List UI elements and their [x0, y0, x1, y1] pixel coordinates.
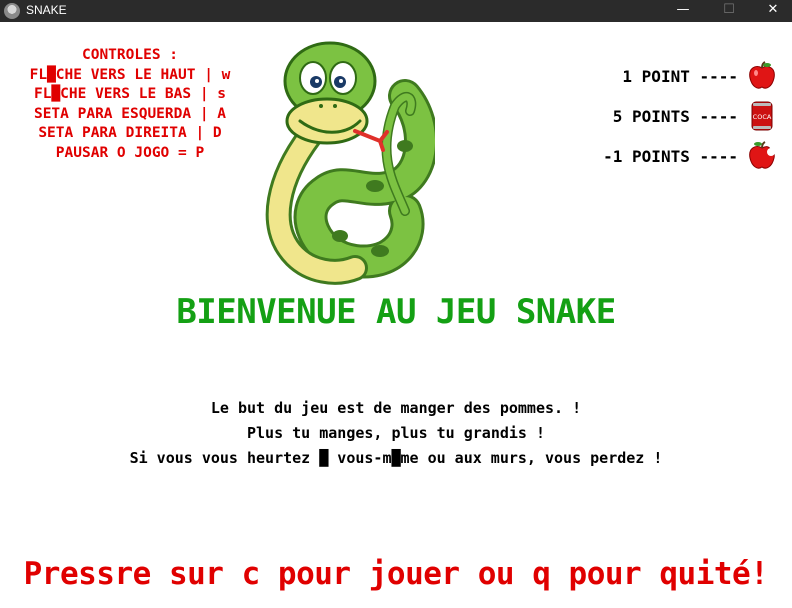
points-label: 5 POINTS ---- — [612, 107, 738, 126]
controls-line-pause: PAUSAR O JOGO = P — [55, 144, 205, 161]
snake-illustration — [265, 41, 435, 285]
controls-line-down: FL█CHE VERS LE BAS | s — [33, 86, 227, 102]
controls-line-left: SETA PARA ESQUERDA | A — [33, 105, 227, 122]
welcome-heading: BIENVENUE AU JEU SNAKE — [176, 292, 616, 332]
start-prompt: Pressre sur c pour jouer ou q pour quité… — [23, 556, 769, 592]
maximize-button[interactable]: ☐ — [706, 0, 752, 22]
minimize-button[interactable]: — — [660, 0, 706, 22]
bitten-apple-icon — [749, 141, 775, 169]
app-icon — [4, 3, 20, 19]
description-line: Plus tu manges, plus tu grandis ! — [246, 424, 545, 442]
controls-line-right: SETA PARA DIREITA | D — [38, 125, 222, 141]
description-line: Le but du jeu est de manger des pommes. … — [210, 399, 582, 417]
coca-can-icon: COCA — [751, 101, 773, 131]
controls-panel: CONTROLES : FL█CHE VERS LE HAUT | w FL█C… — [0, 46, 260, 163]
description-line: Si vous vous heurtez █ vous-m█me ou aux … — [129, 449, 663, 467]
svg-text:COCA: COCA — [753, 113, 772, 121]
close-button[interactable]: ✕ — [750, 0, 792, 22]
window-title: SNAKE — [26, 3, 67, 17]
controls-line-up: FL█CHE VERS LE HAUT | w — [29, 66, 231, 83]
points-label: 1 POINT ---- — [622, 67, 738, 86]
controls-title: CONTROLES : — [81, 47, 179, 63]
points-label: -1 POINTS ---- — [603, 147, 738, 166]
points-row-apple: 1 POINT ---- — [560, 60, 790, 94]
game-description: Le but du jeu est de manger des pommes. … — [0, 396, 792, 471]
points-row-can: 5 POINTS ---- COCA — [560, 100, 790, 134]
red-apple-icon — [749, 61, 775, 89]
title-bar: SNAKE — ☐ ✕ — [0, 0, 792, 22]
points-row-bitten-apple: -1 POINTS ---- — [560, 140, 790, 174]
